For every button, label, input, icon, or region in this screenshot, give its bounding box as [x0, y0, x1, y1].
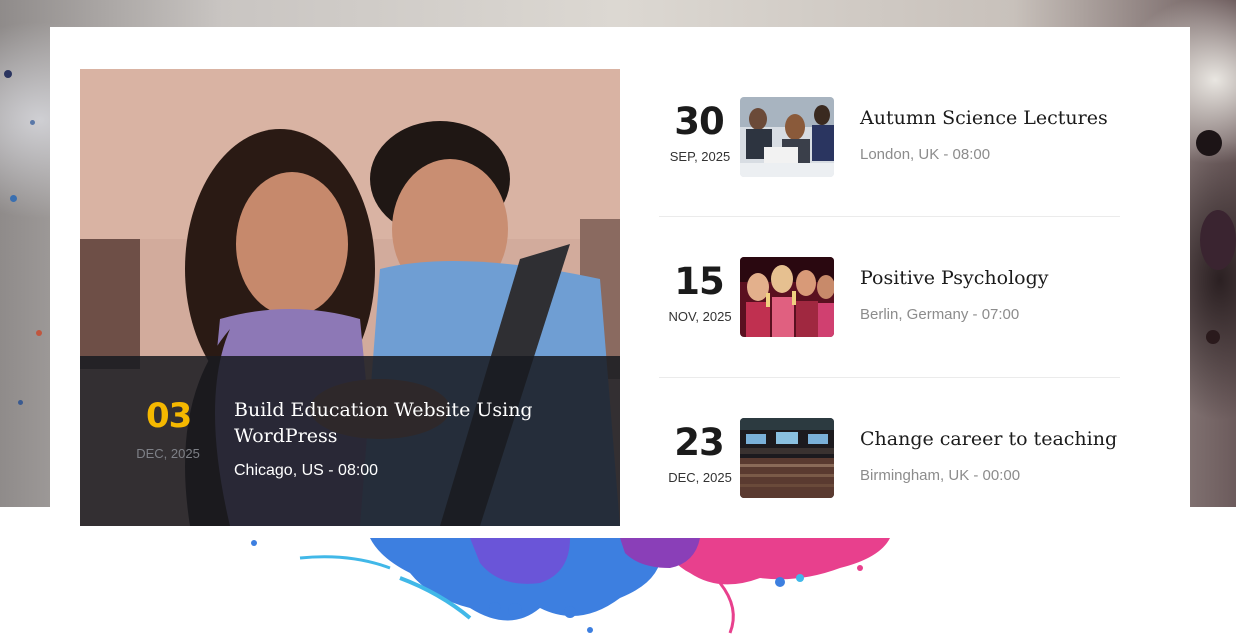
featured-event[interactable]: 03 DEC, 2025 Build Education Website Usi…: [80, 69, 620, 526]
event-title[interactable]: Change career to teaching: [860, 428, 1130, 450]
event-location-time: Berlin, Germany - 07:00: [860, 306, 1020, 323]
event-day: 23: [674, 421, 725, 464]
event-item[interactable]: 23 DEC, 2025 Change career to teaching B…: [660, 418, 1120, 498]
featured-event-location-time: Chicago, US - 08:00: [234, 462, 379, 479]
event-month-year: NOV, 2025: [668, 309, 732, 324]
event-divider: [659, 377, 1120, 378]
event-month-year: DEC, 2025: [668, 470, 732, 485]
event-title[interactable]: Positive Psychology: [860, 267, 1130, 289]
event-month-year: SEP, 2025: [669, 149, 731, 164]
event-item[interactable]: 15 NOV, 2025 Positive Psychology Berlin,…: [660, 257, 1120, 337]
paint-splash: [251, 538, 890, 634]
featured-event-month-year: DEC, 2025: [136, 446, 200, 461]
event-day: 30: [674, 100, 725, 143]
event-location-time: London, UK - 08:00: [860, 146, 991, 163]
event-day: 15: [674, 260, 725, 303]
event-item[interactable]: 30 SEP, 2025 Autumn Science Lectures Lon…: [660, 97, 1120, 177]
featured-event-title[interactable]: Build Education Website Using WordPress: [234, 397, 564, 449]
event-thumbnail[interactable]: [740, 418, 834, 498]
event-location-time: Birmingham, UK - 00:00: [860, 467, 1021, 484]
featured-event-day: 03: [146, 396, 192, 436]
event-title[interactable]: Autumn Science Lectures: [860, 107, 1130, 129]
event-thumbnail[interactable]: [740, 257, 834, 337]
event-divider: [659, 216, 1120, 217]
event-thumbnail[interactable]: [740, 97, 834, 177]
